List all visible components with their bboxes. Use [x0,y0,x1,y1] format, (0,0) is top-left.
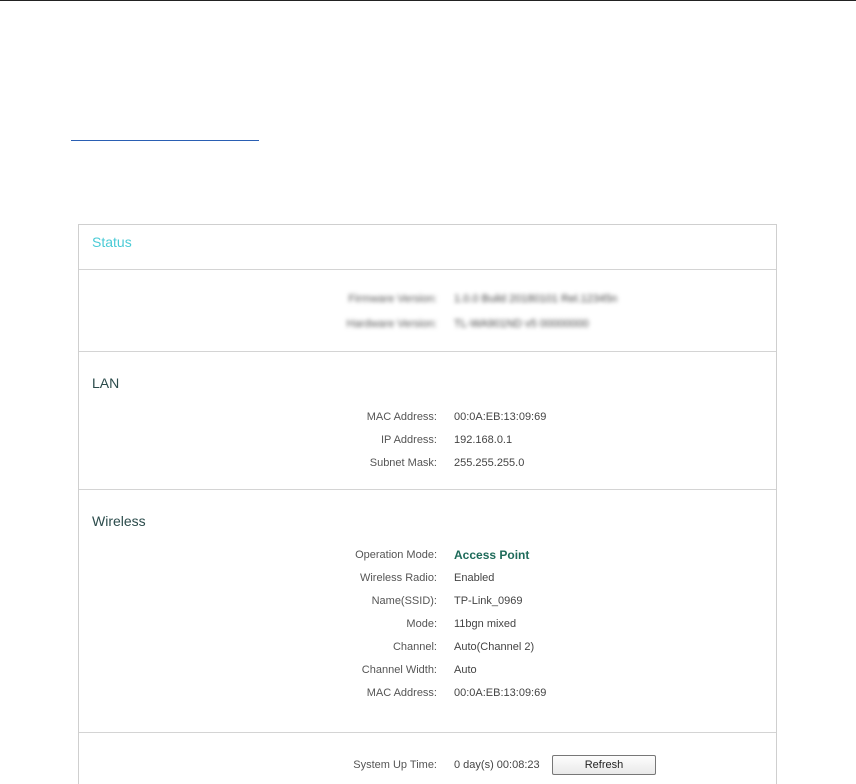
divider [79,351,776,352]
wireless-radio-value: Enabled [454,572,495,584]
lan-subnet-label: Subnet Mask: [369,457,437,469]
operation-mode-value: Access Point [454,548,530,562]
hardware-version-label: Hardware Version: [346,318,438,330]
wireless-operation-mode-row: Operation Mode: Access Point [79,546,776,564]
panel-title: Status [92,234,132,250]
lan-mac-value: 00:0A:EB:13:09:69 [454,411,547,423]
lan-section-title: LAN [92,375,120,391]
channel-label: Channel: [392,641,437,653]
wireless-radio-row: Wireless Radio: Enabled [79,569,776,587]
wireless-radio-label: Wireless Radio: [359,572,437,584]
wireless-mode-row: Mode: 11bgn mixed [79,615,776,633]
lan-ip-label: IP Address: [380,434,437,446]
lan-mac-label: MAC Address: [366,411,437,423]
channel-value: Auto(Channel 2) [454,641,535,653]
wireless-channel-row: Channel: Auto(Channel 2) [79,638,776,656]
lan-subnet-row: Subnet Mask: 255.255.255.0 [79,454,776,472]
channel-width-label: Channel Width: [361,664,437,676]
firmware-version-row: Firmware Version: 1.0.0 Build 20180101 R… [79,290,776,308]
lan-subnet-value: 255.255.255.0 [454,457,525,469]
firmware-version-label: Firmware Version: [348,293,437,305]
wireless-ssid-row: Name(SSID): TP-Link_0969 [79,592,776,610]
wireless-mac-row: MAC Address: 00:0A:EB:13:09:69 [79,684,776,702]
divider [79,269,776,270]
uptime-value: 0 day(s) 00:08:23 [454,759,540,771]
ssid-value: TP-Link_0969 [454,595,523,607]
hardware-version-row: Hardware Version: TL-WA901ND v5 00000000 [79,315,776,333]
wireless-mac-label: MAC Address: [366,687,437,699]
wireless-mac-value: 00:0A:EB:13:09:69 [454,687,547,699]
firmware-version-value: 1.0.0 Build 20180101 Rel.12345n [454,293,618,305]
channel-width-value: Auto [454,664,477,676]
lan-ip-value: 192.168.0.1 [454,434,513,446]
divider [79,732,776,733]
system-uptime-row: System Up Time: 0 day(s) 00:08:23 [79,756,776,774]
wireless-section-title: Wireless [92,513,146,529]
hardware-version-value: TL-WA901ND v5 00000000 [454,318,589,330]
ssid-label: Name(SSID): [371,595,437,607]
operation-mode-label: Operation Mode: [355,549,437,561]
refresh-button[interactable]: Refresh [552,755,656,775]
lan-ip-row: IP Address: 192.168.0.1 [79,431,776,449]
lan-mac-row: MAC Address: 00:0A:EB:13:09:69 [79,408,776,426]
top-divider [0,0,856,1]
mode-value: 11bgn mixed [454,618,517,630]
uptime-label: System Up Time: [353,759,437,771]
divider [79,489,776,490]
wireless-channel-width-row: Channel Width: Auto [79,661,776,679]
mode-label: Mode: [406,618,437,630]
link-underline [71,140,259,141]
status-panel: Status Firmware Version: 1.0.0 Build 201… [78,224,777,784]
